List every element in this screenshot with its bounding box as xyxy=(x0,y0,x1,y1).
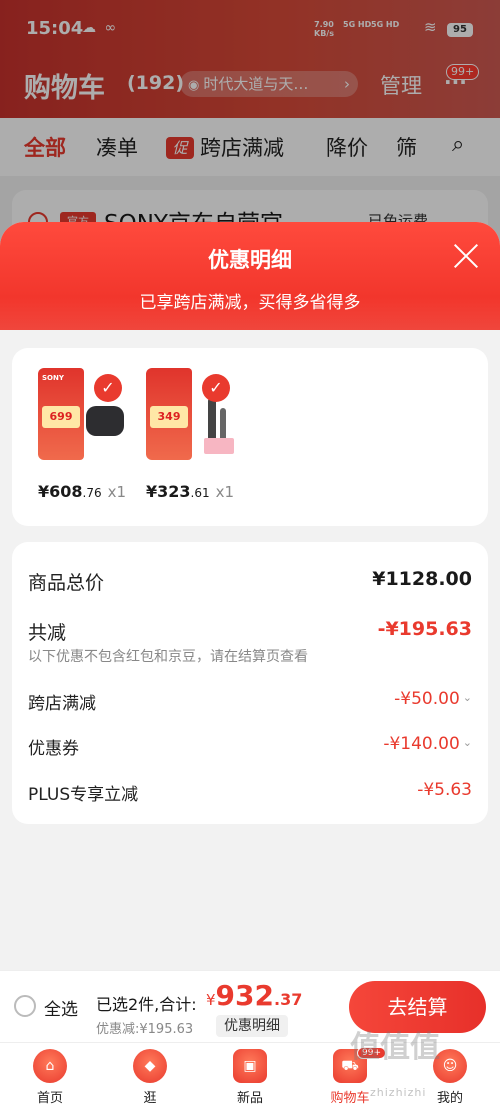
total-value: ¥1128.00 xyxy=(372,568,472,590)
select-all-label[interactable]: 全选 xyxy=(44,995,78,1020)
product-image: SONY 699 ✓ xyxy=(38,368,130,460)
nav-explore[interactable]: ◆ 逛 xyxy=(115,1049,185,1106)
sheet-header: 优惠明细 已享跨店满减，买得多省得多 xyxy=(0,222,500,330)
nav-home[interactable]: ⌂ 首页 xyxy=(15,1049,85,1106)
chevron-down-icon: ⌄ xyxy=(462,736,472,749)
discount-summary: 优惠减:¥195.63 xyxy=(96,1022,194,1037)
product-price: ¥323.61 x1 xyxy=(146,482,235,501)
discount-value: -¥140.00 ⌄ xyxy=(383,734,472,754)
nav-label: 首页 xyxy=(36,1091,63,1106)
earbuds-image xyxy=(86,406,124,436)
dim-overlay[interactable] xyxy=(0,0,500,260)
close-icon[interactable] xyxy=(452,242,480,270)
watermark-url: zhizhizhi xyxy=(370,1086,427,1099)
discount-detail-button[interactable]: 优惠明细 xyxy=(216,1015,288,1037)
product-item[interactable]: SONY 699 ✓ ¥608.76 x1 xyxy=(38,368,130,501)
discount-label: 跨店满减 xyxy=(28,694,96,714)
discount-value: -¥50.00 ⌄ xyxy=(394,689,472,709)
promo-price: 349 xyxy=(150,406,188,428)
sheet-subtitle: 已享跨店满减，买得多省得多 xyxy=(139,293,361,313)
watermark: 值值值 xyxy=(350,1030,440,1065)
select-all-checkbox[interactable] xyxy=(14,995,36,1017)
product-list: SONY 699 ✓ ¥608.76 x1 349 ✓ ¥323.61 x1 xyxy=(12,348,488,526)
product-qty: x1 xyxy=(215,483,235,501)
total-price: ¥932.37 xyxy=(206,979,303,1012)
product-item[interactable]: 349 ✓ ¥323.61 x1 xyxy=(146,368,238,501)
product-price: ¥608.76 x1 xyxy=(38,482,127,501)
total-label: 商品总价 xyxy=(28,572,105,594)
chevron-down-icon: ⌄ xyxy=(462,691,472,704)
explore-icon: ◆ xyxy=(133,1049,167,1083)
check-icon: ✓ xyxy=(202,374,230,402)
sheet-title: 优惠明细 xyxy=(208,248,292,272)
reduce-value: -¥195.63 xyxy=(377,618,472,640)
nav-label: 新品 xyxy=(236,1091,263,1106)
discount-detail-sheet: 优惠明细 已享跨店满减，买得多省得多 SONY 699 ✓ ¥608.76 x1 … xyxy=(0,222,500,970)
discount-label: 优惠券 xyxy=(28,739,79,759)
reduce-note: 以下优惠不包含红包和京豆，请在结算页查看 xyxy=(28,649,308,665)
brand-label: SONY xyxy=(42,374,64,382)
product-qty: x1 xyxy=(107,483,127,501)
nav-new[interactable]: ▣ 新品 xyxy=(215,1049,285,1106)
nav-label: 逛 xyxy=(143,1091,157,1106)
selected-summary: 已选2件,合计: xyxy=(96,995,197,1014)
discount-label: PLUS专享立减 xyxy=(28,785,139,805)
reduce-label: 共减 xyxy=(28,622,67,644)
home-icon: ⌂ xyxy=(33,1049,67,1083)
product-image: 349 ✓ xyxy=(146,368,238,460)
promo-banner: SONY 699 xyxy=(38,368,84,460)
price-summary: 商品总价 ¥1128.00 共减 -¥195.63 以下优惠不包含红包和京豆，请… xyxy=(12,542,488,824)
check-icon: ✓ xyxy=(94,374,122,402)
promo-price: 699 xyxy=(42,406,80,428)
package-image xyxy=(204,438,234,454)
new-icon: ▣ xyxy=(233,1049,267,1083)
promo-banner: 349 xyxy=(146,368,192,460)
discount-value: -¥5.63 xyxy=(417,780,472,800)
